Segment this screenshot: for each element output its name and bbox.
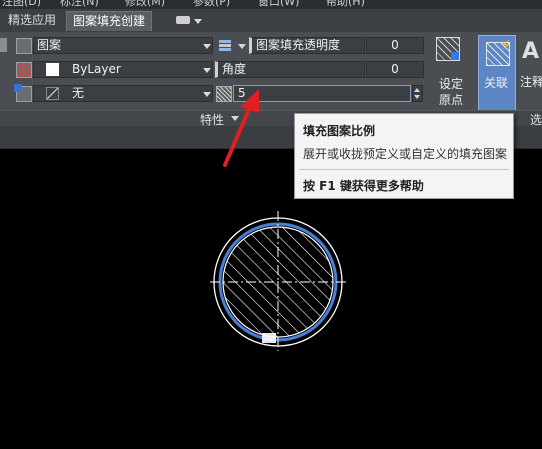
chevron-down-icon [203,92,211,97]
menu-item-help[interactable]: 帮助(H) [326,0,365,9]
menu-item-draw[interactable]: 注图(D) [2,0,41,9]
set-origin-label-2: 原点 [439,93,464,107]
grip-marker[interactable] [262,333,276,343]
menu-item-window[interactable]: 窗口(W) [258,0,299,9]
hatch-color-dropdown[interactable]: ByLayer [33,61,213,78]
pattern-icon-partial [0,38,7,52]
transparency-slider[interactable]: 图案填充透明度 [249,37,365,54]
tooltip-divider [299,169,509,170]
chevron-down-icon [194,19,202,24]
angle-value-field[interactable]: 0 [366,61,424,78]
tab-hatch-creation[interactable]: 图案填充创建 [66,11,153,31]
menu-item-dimension[interactable]: 标注(N) [60,0,99,9]
chevron-down-icon [203,44,211,49]
ribbon-tab-bar: 精选应用 图案填充创建 [0,9,542,33]
chevron-down-icon [203,68,211,73]
scale-spinner[interactable] [412,85,423,102]
background-color-dropdown[interactable]: 无 [33,85,213,102]
annotative-icon: A [522,39,540,64]
transparency-icon[interactable] [219,38,233,52]
hatch-color-icon [16,62,32,78]
annotative-label: 注释 [520,75,542,89]
chevron-down-icon [238,44,246,49]
hatch-type-dropdown[interactable]: 图案 [33,37,213,54]
menu-bar: 注图(D) 标注(N) 修改(M) 参数(P) 窗口(W) 帮助(H) [0,0,542,9]
panel-toggle-icon [176,16,190,24]
tooltip-title: 填充图案比例 [303,124,376,138]
set-origin-button[interactable]: 设定 原点 [430,35,474,111]
annotative-button[interactable]: A 注释 [518,35,542,111]
hatch-color-value: ByLayer [72,62,121,76]
background-color-value: 无 [72,86,85,100]
menu-item-modify[interactable]: 修改(M) [125,0,165,9]
origin-icon [436,37,460,61]
lightning-icon: ⚡ [501,38,511,54]
associative-button[interactable]: ⚡ 关联 [478,35,516,111]
tab-featured-apps[interactable]: 精选应用 [2,11,62,30]
tooltip-help: 按 F1 键获得更多帮助 [303,179,424,193]
annotation-arrow [223,89,259,167]
hatch-type-icon [16,38,32,54]
associative-label: 关联 [484,76,509,90]
color-swatch [46,63,59,76]
spin-up-icon [414,88,420,92]
transparency-label: 图案填充透明度 [256,38,341,52]
set-origin-label-1: 设定 [439,77,464,91]
background-color-icon [14,84,32,102]
workspace-toggle[interactable] [172,13,204,28]
angle-label: 角度 [222,62,247,76]
angle-slider[interactable]: 角度 [215,61,365,78]
spin-down-icon [414,95,420,99]
hatch-type-value: 图案 [37,38,62,52]
menu-item-parameter[interactable]: 参数(P) [193,0,230,9]
no-color-swatch [46,87,59,100]
tooltip-description: 展开或收拢预定义或自定义的填充图案 [303,147,508,161]
transparency-value-field[interactable]: 0 [366,37,424,54]
hatch-scale-tooltip: 填充图案比例 展开或收拢预定义或自定义的填充图案 按 F1 键获得更多帮助 [294,113,514,199]
